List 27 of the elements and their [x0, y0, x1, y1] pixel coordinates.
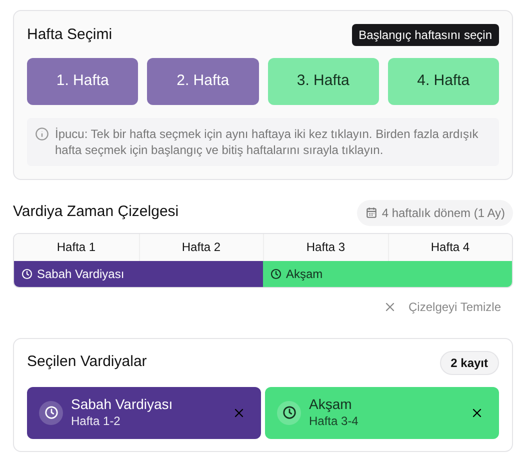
period-badge: 4 haftalık dönem (1 Ay) — [356, 200, 513, 226]
shift-bar-label: Sabah Vardiyası — [37, 266, 124, 282]
week-button[interactable]: 4. Hafta — [388, 58, 499, 104]
clock-icon — [21, 268, 33, 280]
shift-name: Akşam — [309, 396, 353, 414]
hint-badge: Başlangıç haftasını seçin — [352, 24, 499, 46]
info-icon — [35, 126, 49, 140]
count-badge: 2 kayıt — [440, 350, 499, 374]
shift-weeks: Hafta 1-2 — [71, 414, 122, 429]
section-title: Vardiya Zaman Çizelgesi — [13, 202, 179, 222]
clock-icon — [270, 268, 282, 280]
shift-weeks: Hafta 3-4 — [309, 414, 360, 429]
tip-text: İpucu: Tek bir hafta seçmek için aynı haftaya iki kez tıklayın. Birden fazla ardışık hafta seçmek için başlangıç ve bitiş haftalarını sırayla tıklayın. — [55, 126, 480, 158]
shift-bar-label: Akşam — [286, 266, 323, 282]
shift-name: Sabah Vardiyası — [71, 396, 174, 414]
clear-timeline-button[interactable]: Çizelgeyi Temizle — [382, 296, 501, 318]
section-title: Seçilen Vardiyalar — [27, 352, 147, 372]
week-button[interactable]: 2. Hafta — [147, 58, 258, 104]
clock-icon — [282, 405, 296, 420]
week-button[interactable]: 1. Hafta — [27, 58, 138, 104]
calendar-icon — [364, 206, 378, 219]
shift-bar[interactable]: Akşam — [263, 260, 512, 286]
shift-bar[interactable]: Sabah Vardiyası — [14, 260, 263, 286]
week-button[interactable]: 3. Hafta — [268, 58, 379, 104]
clock-icon — [44, 405, 58, 420]
column-header: Hafta 1 — [56, 239, 97, 256]
section-title: Hafta Seçimi — [27, 25, 112, 45]
